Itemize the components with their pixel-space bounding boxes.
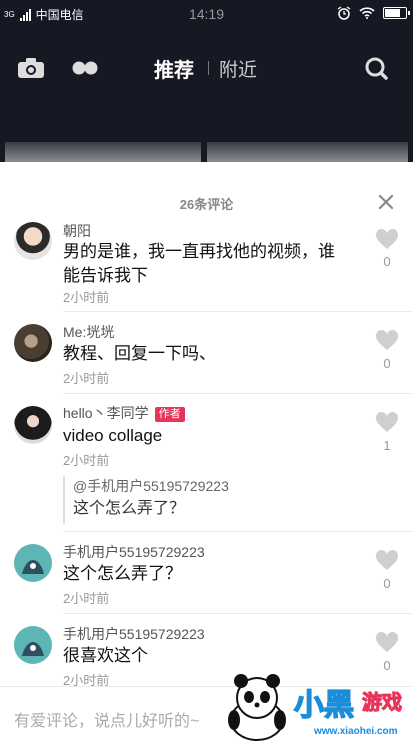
comment-username[interactable]: 朝阳 (63, 221, 91, 241)
heart-icon[interactable] (375, 631, 399, 653)
status-bar: 3G 中国电信 14:19 (0, 0, 413, 30)
comment-username[interactable]: 手机用户55195729223 (63, 542, 205, 562)
comment-username-text: hello丶李同学 (63, 405, 149, 421)
comment-item: Me:垙垙 教程、回复一下吗、 2小时前 0 (0, 312, 413, 394)
comment-input-placeholder[interactable]: 有爱评论，说点儿好听的~ (14, 707, 199, 731)
panda-icon (228, 674, 286, 741)
video-thumbnail (5, 142, 201, 162)
comment-time: 2小时前 (63, 371, 110, 386)
default-avatar-icon (22, 560, 44, 574)
site-logo: 小黑 游戏 www.xiaohei.com (222, 668, 412, 745)
video-thumbnail (207, 142, 408, 162)
like-count: 0 (383, 254, 391, 269)
comment-text: 男的是谁，我一直再找他的视频，谁能告诉我下 (63, 242, 335, 285)
duet-icon[interactable] (72, 61, 98, 75)
alarm-icon (337, 6, 351, 20)
sheet-header: 26条评论 (0, 182, 413, 220)
comments-sheet: 26条评论 朝阳 男的是谁，我一直再找他的视频，谁能告诉我下 2小时前 0 Me… (0, 182, 413, 745)
default-avatar-icon (22, 642, 44, 656)
camera-icon[interactable] (18, 58, 44, 78)
avatar[interactable] (14, 544, 52, 582)
avatar[interactable] (14, 626, 52, 664)
reply-text: 这个怎么弄了？ (73, 500, 186, 517)
comment-time: 2小时前 (63, 591, 110, 606)
comment-text: video collage (63, 426, 163, 445)
author-badge: 作者 (154, 407, 185, 422)
comment-item: 手机用户55195729223 这个怎么弄了？ 2小时前 0 (0, 532, 413, 614)
comment-count-title: 26条评论 (179, 197, 234, 212)
quoted-reply: @手机用户55195729223 这个怎么弄了？ (63, 476, 348, 524)
like-count: 1 (383, 438, 391, 453)
comment-text: 这个怎么弄了？ (63, 564, 182, 583)
logo-brand-secondary: 游戏 (362, 690, 403, 715)
search-icon[interactable] (364, 56, 388, 80)
comment-item: hello丶李同学 作者 video collage 2小时前 1 @手机用户55… (0, 394, 413, 532)
heart-icon[interactable] (375, 411, 399, 433)
avatar[interactable] (14, 406, 52, 444)
heart-icon[interactable] (375, 228, 399, 250)
comment-text: 教程、回复一下吗、 (63, 344, 216, 363)
wifi-icon (359, 7, 375, 19)
comment-username[interactable]: 手机用户55195729223 (63, 624, 205, 644)
comment-text: 很喜欢这个 (63, 646, 148, 665)
avatar[interactable] (14, 324, 52, 362)
heart-icon[interactable] (375, 329, 399, 351)
logo-brand: 小黑 (293, 687, 355, 724)
tab-recommend[interactable]: 推荐 (154, 54, 194, 83)
tab-divider (208, 61, 209, 75)
logo-domain: www.xiaohei.com (314, 726, 398, 737)
like-count: 0 (383, 576, 391, 591)
comment-time: 2小时前 (63, 290, 110, 305)
comment-time: 2小时前 (63, 453, 110, 468)
close-icon[interactable] (378, 194, 394, 210)
battery-icon (383, 7, 410, 19)
heart-icon[interactable] (375, 549, 399, 571)
like-count: 0 (383, 356, 391, 371)
avatar[interactable] (14, 222, 52, 260)
comment-item: 朝阳 男的是谁，我一直再找他的视频，谁能告诉我下 2小时前 0 (0, 220, 413, 312)
tab-nearby[interactable]: 附近 (219, 55, 257, 82)
comment-username[interactable]: hello丶李同学 作者 (63, 403, 185, 423)
reply-username[interactable]: @手机用户55195729223 (73, 476, 348, 496)
comment-username[interactable]: Me:垙垙 (63, 322, 114, 342)
